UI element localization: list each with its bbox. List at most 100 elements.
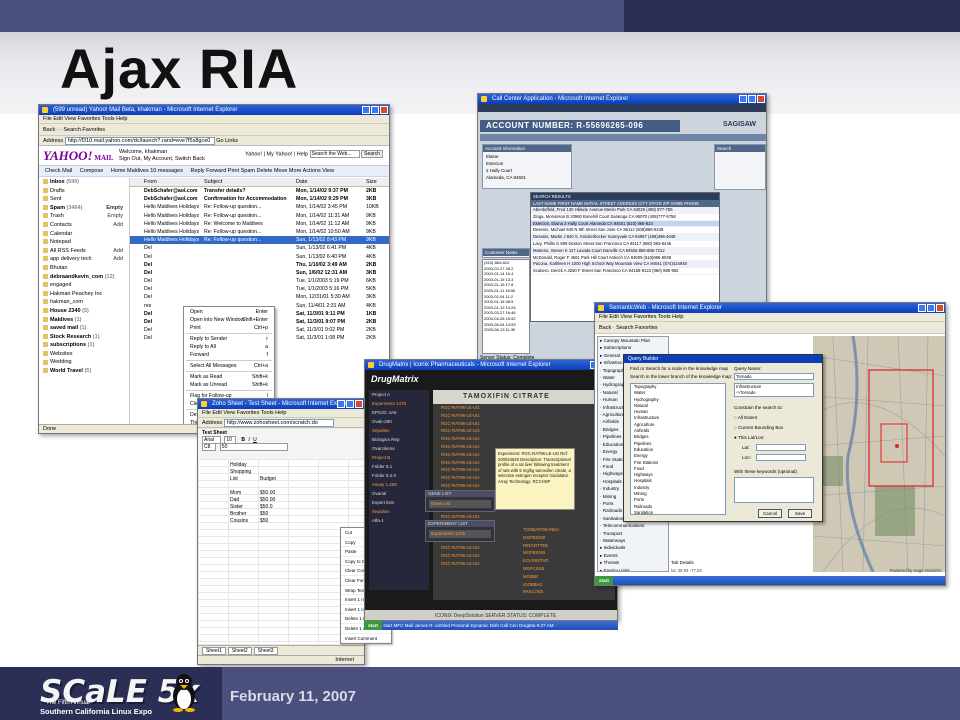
message-row[interactable]: Hello Maldives Holidays Re: Follow-up que… xyxy=(130,212,389,220)
message-row[interactable]: Del Tue, 1/1/2003 5:19 PM 6KB xyxy=(130,277,389,285)
result-row[interactable]: Desenio, Michael 840 N 9th Street San Jo… xyxy=(531,227,719,235)
folder-item[interactable]: Wedding xyxy=(43,358,129,367)
result-row[interactable]: Scabero, Derick A 3250 F Street San Fran… xyxy=(531,268,719,275)
maximize-button[interactable] xyxy=(346,400,354,408)
context-menu-item[interactable]: Mark as Read Shift+k xyxy=(184,373,274,381)
experiment-row[interactable]: RGC-RAT96-LE-UG xyxy=(433,435,615,443)
project-item[interactable]: Experiment 1476 xyxy=(369,399,429,408)
context-menu-item[interactable]: Open into New Window Shift+Enter xyxy=(184,316,274,324)
project-item[interactable]: Folder 8.1 xyxy=(369,462,429,471)
result-row[interactable]: Aberdaffeld, Fred 130 Hillside Avenue Me… xyxy=(531,207,719,214)
folder-action[interactable]: Add xyxy=(113,255,123,264)
project-item[interactable]: Project B xyxy=(369,453,429,462)
go-button[interactable]: Go xyxy=(216,138,223,144)
folder-action[interactable]: Add xyxy=(113,221,123,230)
save-button[interactable]: Save xyxy=(788,509,812,518)
maximize-button[interactable] xyxy=(748,95,756,103)
result-row[interactable]: Lavy, Phillis G 809 Deston Street San Fr… xyxy=(531,241,719,248)
tree-item[interactable]: · Telecommunications xyxy=(600,522,668,529)
experiment-row[interactable]: RGC-RAT96-LE-UG xyxy=(433,404,615,412)
project-item[interactable]: Sepultex xyxy=(369,426,429,435)
message-row[interactable]: Hello Maldives Holidays Re: Follow-up que… xyxy=(130,203,389,211)
maximize-button[interactable] xyxy=(927,304,935,312)
yahoo-links[interactable]: Yahoo! | My Yahoo! | Help xyxy=(245,151,308,157)
message-row[interactable]: Del Sun, 1/13/02 6:40 PM 4KB xyxy=(130,253,389,261)
folder-item[interactable]: Bhutan xyxy=(43,264,129,273)
minimize-button[interactable] xyxy=(739,95,747,103)
check-mail-button[interactable]: Check Mail xyxy=(45,168,72,174)
sheet-cell[interactable]: Mom xyxy=(230,490,241,497)
sheet-cell[interactable]: $50 xyxy=(260,511,268,518)
start-button[interactable]: start xyxy=(364,621,382,630)
note-row[interactable]: 2003-06-13 11:30 xyxy=(483,327,529,333)
folder-item[interactable]: Contacts Add xyxy=(43,221,129,230)
experiment-row[interactable]: RGC-RAT96-LE-UG xyxy=(433,427,615,435)
sheet-cell[interactable]: $50 xyxy=(260,518,268,525)
tree-item[interactable]: · Transport xyxy=(600,530,668,537)
maximize-button[interactable] xyxy=(371,106,379,114)
query-name-input[interactable]: Tornado xyxy=(734,373,814,380)
tree-item[interactable]: · Waterways xyxy=(600,537,668,544)
result-row[interactable]: Desanio, Martin J 840 S. Knickerbocker S… xyxy=(531,234,719,241)
context-menu-item[interactable]: Reply to Sender r xyxy=(184,335,274,343)
sheet-cell[interactable]: List xyxy=(230,476,238,483)
tree-item[interactable]: ▸ Subscriptions xyxy=(600,344,668,351)
folder-item[interactable]: Inbox (599) xyxy=(43,178,129,187)
sheet-tab[interactable]: Sheet3 xyxy=(253,647,278,655)
context-menu-item[interactable]: Select All Messages Ctrl+a xyxy=(184,362,274,370)
sheet-address-input[interactable]: http://www.zohosheet.com/scratch.do xyxy=(223,418,334,427)
col-date[interactable]: Date xyxy=(296,178,360,187)
message-row[interactable]: Del Tue, 1/1/2003 5:16 PM 5KB xyxy=(130,285,389,293)
sheet-cell[interactable]: $50.00 xyxy=(260,490,275,497)
folder-item[interactable]: Trash Empty xyxy=(43,212,129,221)
sheet-cell[interactable]: $50.00 xyxy=(260,497,275,504)
tree-item[interactable]: ▸ Individuals xyxy=(600,544,668,551)
folder-item[interactable]: subscriptions (1) xyxy=(43,341,129,350)
sheet-cell[interactable]: Holiday xyxy=(230,462,247,469)
folder-action[interactable]: Empty xyxy=(107,212,123,221)
result-row[interactable]: Estecion, Elaina 2 Hally Court Alameda C… xyxy=(531,220,719,228)
close-button[interactable] xyxy=(380,106,388,114)
sheet-cell[interactable]: Brother xyxy=(230,511,246,518)
folder-item[interactable]: Notepad xyxy=(43,238,129,247)
folder-item[interactable]: House 2340 (5) xyxy=(43,307,129,316)
opt-all-extent[interactable]: ○ All Extent xyxy=(734,415,757,420)
sheet-tab[interactable]: Sheet2 xyxy=(227,647,252,655)
folder-item[interactable]: Calendar xyxy=(43,230,129,239)
folder-item[interactable]: All RSS Feeds Add xyxy=(43,247,129,256)
opt-this-latlon[interactable]: ● This Lat/Lon: xyxy=(734,435,765,440)
call-center-nav[interactable] xyxy=(478,104,766,112)
folder-item[interactable]: Sent xyxy=(43,195,129,204)
detail-tabs[interactable]: Tab Details xyxy=(671,560,694,565)
experiment-row[interactable]: RGC-RAT96-LE-UG xyxy=(433,420,615,428)
message-row[interactable]: DebSchafer@aol.com Confirmation for Accom… xyxy=(130,195,389,203)
result-row[interactable]: Marteno, Steven K 117 Lavada Court Danvi… xyxy=(531,247,719,255)
minimize-button[interactable] xyxy=(918,304,926,312)
call-center-tabs[interactable] xyxy=(480,134,766,141)
cancel-button[interactable]: Cancel xyxy=(758,509,782,518)
map-view[interactable] xyxy=(813,336,945,572)
folder-item[interactable]: Spam (3464) Empty xyxy=(43,204,129,213)
message-row[interactable]: Del Sun, 1/6/02 12:31 AM 3KB xyxy=(130,269,389,277)
col-from[interactable]: From xyxy=(144,178,202,187)
message-row[interactable]: Del Sun, 1/13/02 6:41 PM 4KB xyxy=(130,244,389,252)
sheet-tab[interactable]: Sheet1 xyxy=(202,647,226,655)
minimize-button[interactable] xyxy=(362,106,370,114)
cell-ref[interactable]: C8 xyxy=(202,443,217,451)
folder-item[interactable]: hakman_com xyxy=(43,298,129,307)
folder-action[interactable]: Empty xyxy=(106,204,123,213)
gene-row[interactable]: RKKLOSS xyxy=(523,588,613,596)
sheet-cell[interactable]: Cousins xyxy=(230,518,248,525)
project-item[interactable]: Folder 8.2.0 xyxy=(369,471,429,480)
col-subject[interactable]: Subject xyxy=(204,178,292,187)
semanticweb-menubar[interactable]: File Edit View Favorites Tools Help xyxy=(595,313,945,322)
project-item[interactable]: EPO2C 4A6 xyxy=(369,408,429,417)
project-item[interactable]: Alfa-1 xyxy=(369,516,429,525)
compose-button[interactable]: Compose xyxy=(80,168,104,174)
project-item[interactable]: Biologics Rep xyxy=(369,435,429,444)
semanticweb-toolbar[interactable]: Back · Search Favorites xyxy=(595,322,945,334)
yahoo-menubar[interactable]: File Edit View Favorites Tools Help xyxy=(39,115,389,124)
project-item[interactable]: Expert lists xyxy=(369,498,429,507)
node-list[interactable]: Topography Water Hydrography Natural Human In… xyxy=(630,383,726,515)
start-button[interactable]: start xyxy=(595,576,613,585)
